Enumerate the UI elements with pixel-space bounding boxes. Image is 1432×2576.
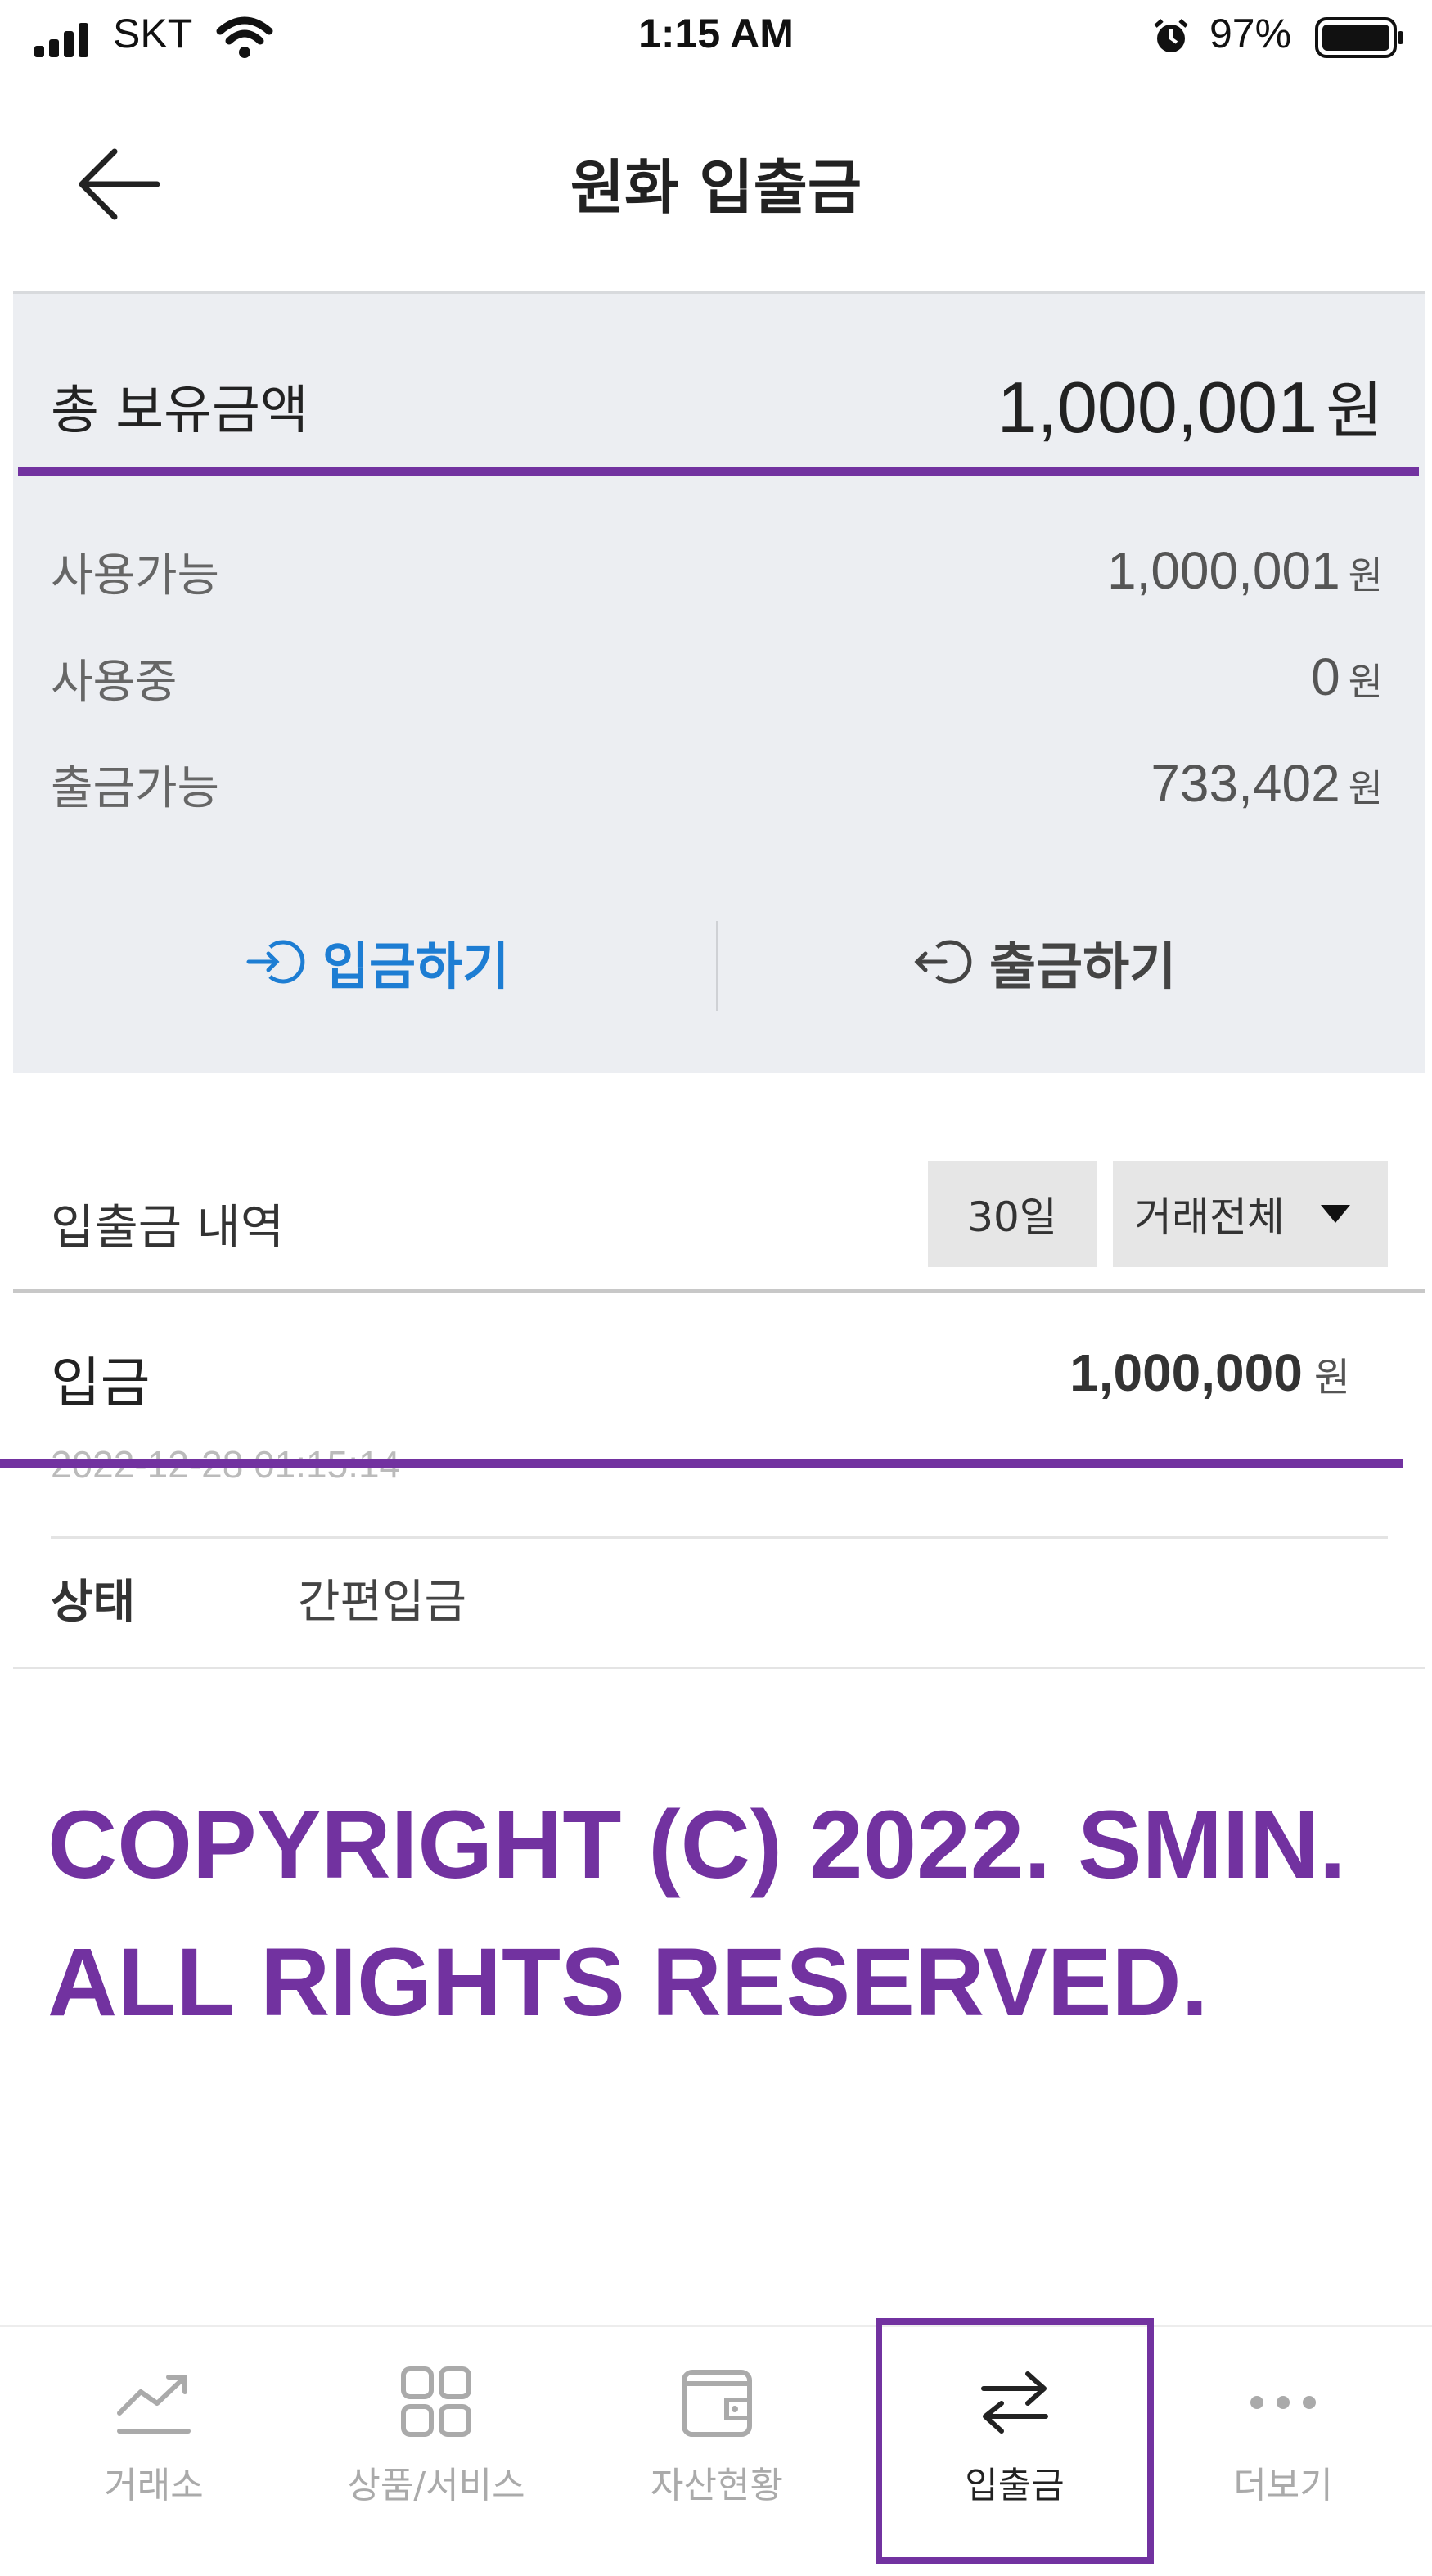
tab-assets[interactable]: 자산현황 xyxy=(578,2366,856,2508)
tab-more[interactable]: 더보기 xyxy=(1144,2366,1422,2508)
tab-more-label: 더보기 xyxy=(1233,2465,1333,2506)
in-use-unit: 원 xyxy=(1348,660,1383,704)
total-balance-amount: 1,000,001 xyxy=(997,367,1318,448)
alarm-icon xyxy=(1154,19,1188,52)
tab-exchange[interactable]: 거래소 xyxy=(15,2366,293,2508)
withdrawable-label: 출금가능 xyxy=(51,762,220,815)
withdrawable-value: 733,402 원 xyxy=(1151,753,1383,814)
deposit-icon xyxy=(246,940,305,984)
withdraw-label: 출금하기 xyxy=(989,936,1177,996)
tab-assets-label: 자산현황 xyxy=(651,2465,783,2506)
entry-bottom-divider xyxy=(13,1667,1425,1669)
deposit-label: 입금하기 xyxy=(322,936,510,996)
battery-icon xyxy=(1315,17,1403,58)
more-dots-icon xyxy=(1250,2396,1316,2409)
history-title: 입출금 내역 xyxy=(51,1199,285,1255)
grid-icon xyxy=(401,2366,471,2437)
chart-trend-icon xyxy=(117,2375,191,2434)
available-label: 사용가능 xyxy=(51,549,220,602)
tab-exchange-label: 거래소 xyxy=(104,2465,204,2506)
available-unit: 원 xyxy=(1348,553,1383,598)
entry-amount: 1,000,000 원 xyxy=(1069,1342,1350,1403)
type-filter-label: 거래전체 xyxy=(1134,1193,1285,1241)
purple-underline xyxy=(18,467,1419,476)
total-balance-label: 총 보유금액 xyxy=(51,381,308,441)
history-divider xyxy=(13,1289,1425,1293)
entry-amount-value: 1,000,000 xyxy=(1069,1343,1303,1402)
entry-type: 입금 xyxy=(51,1351,151,1414)
page-title: 원화 입출금 xyxy=(570,153,862,222)
available-value: 1,000,001 원 xyxy=(1107,540,1383,601)
in-use-amount: 0 xyxy=(1311,647,1340,706)
purple-strike-line xyxy=(0,1459,1403,1468)
tab-products[interactable]: 상품/서비스 xyxy=(297,2366,575,2508)
entry-status-value: 간편입금 xyxy=(298,1576,467,1629)
period-filter-button[interactable]: 30일 xyxy=(928,1161,1097,1267)
type-filter-dropdown[interactable]: 거래전체 xyxy=(1113,1161,1388,1267)
wallet-icon xyxy=(682,2370,752,2437)
in-use-value: 0원 xyxy=(1311,647,1383,707)
entry-amount-unit: 원 xyxy=(1313,1355,1350,1401)
copyright-line-2: ALL RIGHTS RESERVED. xyxy=(47,1929,1209,2037)
in-use-label: 사용중 xyxy=(51,656,178,709)
tab-products-label: 상품/서비스 xyxy=(347,2465,525,2506)
withdraw-button[interactable]: 출금하기 xyxy=(912,925,1176,999)
entry-status-key: 상태 xyxy=(51,1576,136,1629)
status-bar: SKT 1:15 AM 97% xyxy=(0,0,1432,79)
copyright-watermark: COPYRIGHT (C) 2022. SMIN. ALL RIGHTS RES… xyxy=(47,1776,1406,2051)
copyright-line-1: COPYRIGHT (C) 2022. SMIN. xyxy=(47,1791,1346,1899)
available-amount: 1,000,001 xyxy=(1106,541,1340,600)
active-tab-highlight xyxy=(876,2318,1154,2564)
period-filter-label: 30일 xyxy=(967,1193,1057,1241)
withdraw-icon xyxy=(914,940,972,984)
total-balance-unit: 원 xyxy=(1326,374,1383,447)
deposit-button[interactable]: 입금하기 xyxy=(245,925,509,999)
battery-percent: 97% xyxy=(1209,11,1292,56)
total-balance-value: 1,000,001 원 xyxy=(997,360,1383,450)
caret-down-icon xyxy=(1321,1205,1350,1223)
action-divider xyxy=(716,921,718,1011)
entry-divider xyxy=(51,1536,1388,1539)
withdrawable-amount: 733,402 xyxy=(1151,754,1340,813)
withdrawable-unit: 원 xyxy=(1348,766,1383,810)
